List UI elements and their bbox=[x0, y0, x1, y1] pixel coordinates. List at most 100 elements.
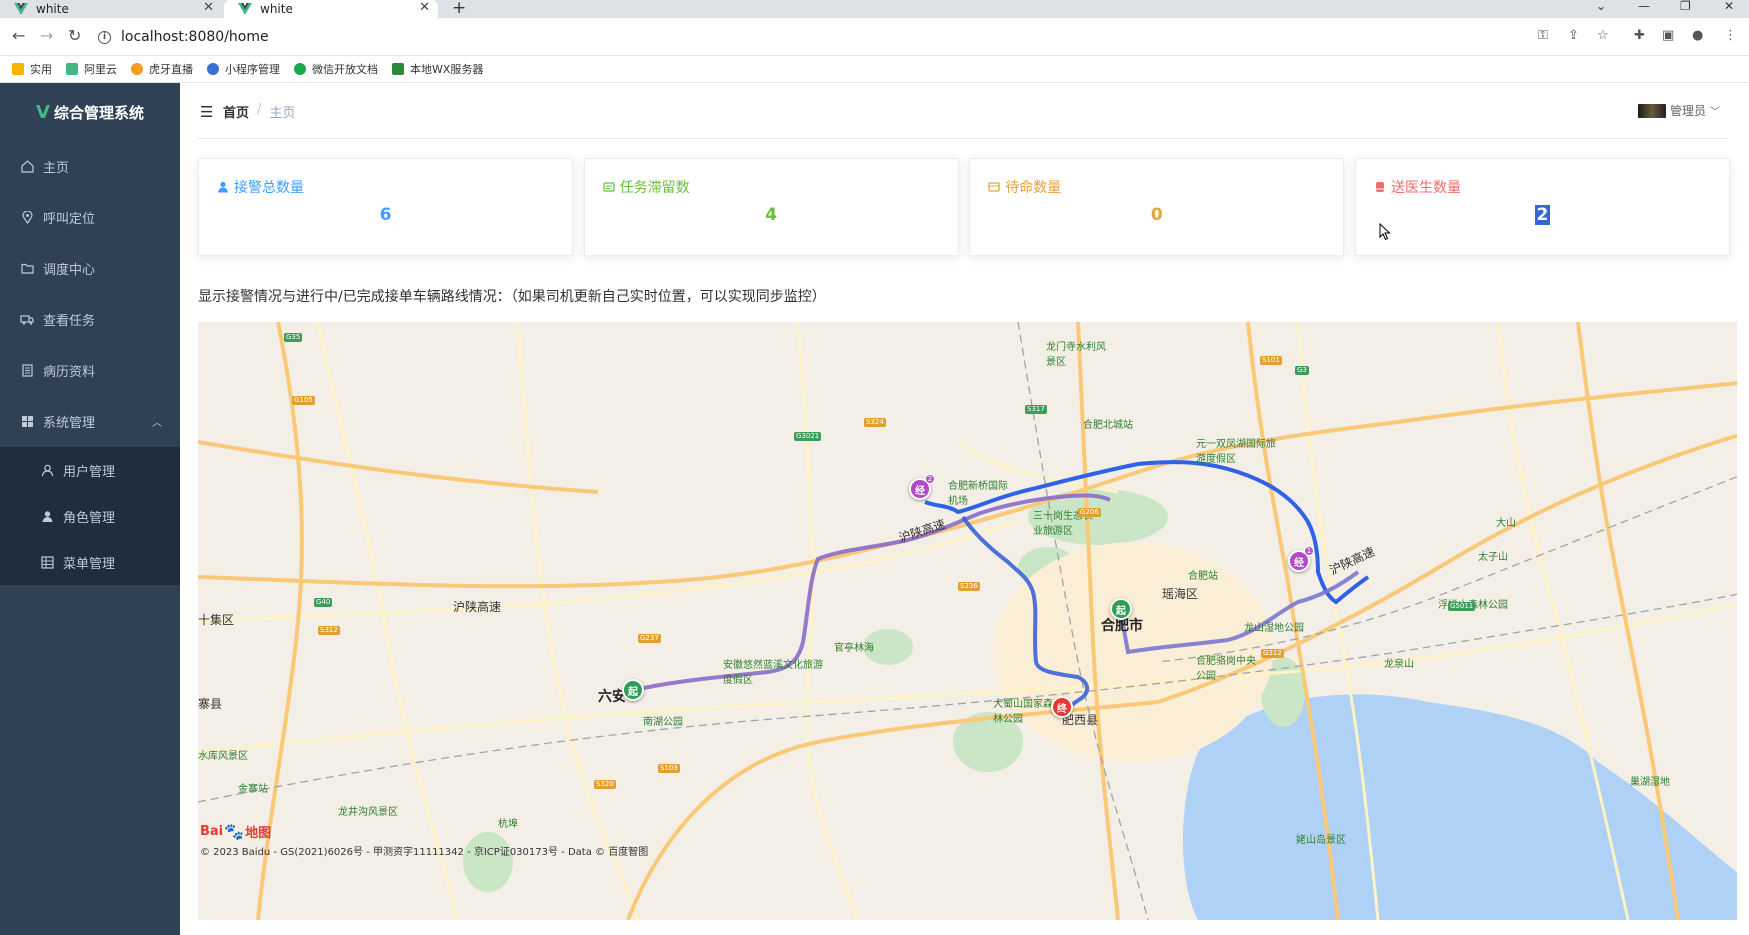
sidebar-item-tasks[interactable]: 查看任务 bbox=[0, 294, 180, 345]
sidebar-item-menus[interactable]: 菜单管理 bbox=[0, 539, 180, 585]
road-shield: G5011 bbox=[1448, 602, 1476, 611]
share-icon[interactable]: ⇪ bbox=[1568, 28, 1579, 43]
map-copyright: © 2023 Baidu - GS(2021)6026号 - 甲测资字11111… bbox=[200, 847, 649, 858]
road-shield: S324 bbox=[864, 418, 886, 427]
stat-value: 6 bbox=[379, 205, 392, 225]
road-shield: G35 bbox=[284, 333, 303, 342]
baidu-map-logo[interactable]: Bai 🐾 地图 bbox=[200, 822, 271, 841]
url-text: localhost:8080/home bbox=[121, 29, 269, 45]
folder-icon bbox=[12, 63, 24, 75]
profile-icon[interactable]: ● bbox=[1692, 28, 1703, 43]
side-panel-icon[interactable]: ▣ bbox=[1662, 28, 1674, 43]
sidebar-item-users[interactable]: 用户管理 bbox=[0, 447, 180, 493]
window-close-icon[interactable]: ✕ bbox=[1724, 0, 1734, 13]
tasks-icon bbox=[603, 181, 615, 193]
bookmark-item[interactable]: 实用 bbox=[12, 61, 52, 77]
breadcrumb-home[interactable]: 首页 bbox=[223, 102, 249, 121]
url-field[interactable]: i localhost:8080/home bbox=[98, 24, 1498, 50]
map-label-taizi: 太子山 bbox=[1478, 552, 1508, 563]
breadcrumb: 首页 / 主页 bbox=[223, 102, 295, 121]
grid-icon bbox=[20, 415, 34, 429]
tab-search-icon[interactable]: ⌄ bbox=[1596, 0, 1606, 13]
chevron-down-icon: ﹀ bbox=[1710, 107, 1720, 118]
road-shield: G237 bbox=[638, 634, 661, 643]
restore-icon[interactable]: ❐ bbox=[1680, 0, 1691, 13]
sidebar-item-roles[interactable]: 角色管理 bbox=[0, 493, 180, 539]
stat-value: 4 bbox=[765, 205, 778, 225]
map-label-longquan: 龙泉山 bbox=[1384, 659, 1414, 670]
sidebar-item-records[interactable]: 病历资料 bbox=[0, 345, 180, 396]
bookmark-star-icon[interactable]: ☆ bbox=[1597, 28, 1609, 43]
vue-logo-icon bbox=[14, 3, 28, 15]
scrollbar[interactable] bbox=[1737, 90, 1749, 935]
reload-icon[interactable]: ↻ bbox=[68, 26, 81, 45]
map-label-xianhu: 龙井沟风景区 bbox=[338, 807, 398, 818]
map-description: 显示接警情况与进行中/已完成接单车辆路线情况：（如果司机更新自己实时位置，可以实… bbox=[198, 289, 826, 305]
map-label-station: 合肥站 bbox=[1188, 571, 1218, 582]
route-waypoint-marker[interactable]: 经 2 bbox=[909, 474, 935, 504]
route-start-marker[interactable]: 起 bbox=[1110, 598, 1132, 624]
wechat-icon bbox=[294, 63, 306, 75]
site-info-icon[interactable]: i bbox=[98, 30, 111, 44]
sidebar: V 综合管理系统 主页 呼叫定位 调度中心 查看任务 病历资料 系统管理 ︿ 用… bbox=[0, 83, 180, 935]
minimize-icon[interactable]: — bbox=[1638, 0, 1650, 13]
server-icon bbox=[392, 63, 404, 75]
map-label-shuku: 水库风景区 bbox=[198, 751, 248, 762]
road-shield: S317 bbox=[1025, 405, 1047, 414]
route-map[interactable]: 合肥市 六安 瑶海区 肥西县 十集区 寨县 沪陕高速 沪陕高速 沪陕高速 合肥新… bbox=[198, 322, 1749, 920]
user-dropdown[interactable]: 管理员 ﹀ bbox=[1637, 102, 1720, 119]
address-bar: ← → ↻ i localhost:8080/home ⚿ ⇪ ☆ ✚ ▣ ● … bbox=[0, 18, 1749, 56]
sidebar-item-call-location[interactable]: 呼叫定位 bbox=[0, 192, 180, 243]
extensions-icon[interactable]: ✚ bbox=[1634, 28, 1645, 43]
bookmark-item[interactable]: 虎牙直播 bbox=[131, 61, 193, 77]
tab-title: white bbox=[260, 2, 293, 16]
paw-icon: 🐾 bbox=[224, 822, 245, 841]
map-label-yaohai: 瑶海区 bbox=[1162, 587, 1199, 601]
new-tab-button[interactable]: + bbox=[452, 0, 466, 18]
map-label-daitou: 安徽悠然蓝溪文化旅游度假区 bbox=[723, 660, 823, 686]
browser-tab[interactable]: white ✕ bbox=[0, 0, 222, 18]
location-icon bbox=[20, 211, 34, 225]
forward-icon[interactable]: → bbox=[40, 26, 53, 45]
map-label-guanting: 官亭林海 bbox=[834, 643, 874, 654]
sidebar-item-dispatch[interactable]: 调度中心 bbox=[0, 243, 180, 294]
hamburger-icon[interactable]: ☰ bbox=[200, 103, 213, 121]
bookmark-item[interactable]: 阿里云 bbox=[66, 61, 117, 77]
avatar bbox=[1637, 103, 1666, 118]
mouse-cursor-icon bbox=[1379, 223, 1391, 241]
road-shield: G206 bbox=[1078, 508, 1101, 517]
map-label-shouxian: 十集区 bbox=[198, 613, 235, 627]
close-tab-icon[interactable]: ✕ bbox=[203, 0, 214, 16]
aliyun-icon bbox=[66, 63, 78, 75]
road-shield: G3021 bbox=[794, 432, 822, 441]
sidebar-item-home[interactable]: 主页 bbox=[0, 141, 180, 192]
folder-icon bbox=[20, 262, 34, 276]
user-icon bbox=[40, 463, 54, 477]
back-icon[interactable]: ← bbox=[12, 26, 25, 45]
road-shield: S236 bbox=[958, 582, 980, 591]
stat-label: 接警总数量 bbox=[234, 180, 304, 196]
close-tab-icon[interactable]: ✕ bbox=[419, 0, 430, 16]
menu-kebab-icon[interactable]: ⋮ bbox=[1724, 28, 1737, 43]
route-waypoint-marker[interactable]: 经 1 bbox=[1288, 546, 1314, 576]
stat-label: 任务滞留数 bbox=[619, 180, 690, 196]
app-logo[interactable]: V 综合管理系统 bbox=[0, 83, 180, 141]
app-title: 综合管理系统 bbox=[53, 103, 144, 122]
bookmark-item[interactable]: 小程序管理 bbox=[207, 61, 280, 77]
bookmark-item[interactable]: 微信开放文档 bbox=[294, 61, 378, 77]
route-start-marker[interactable]: 起 bbox=[622, 679, 644, 705]
map-label-dashan: 大山 bbox=[1496, 518, 1516, 529]
road-shield: S312 bbox=[318, 626, 340, 635]
home-icon bbox=[20, 160, 34, 174]
browser-tab-active[interactable]: white ✕ bbox=[224, 0, 438, 18]
sidebar-item-system[interactable]: 系统管理 ︿ bbox=[0, 396, 180, 447]
map-label-binhu: 合肥骆岗中央公园 bbox=[1196, 656, 1256, 682]
key-icon[interactable]: ⚿ bbox=[1538, 28, 1548, 43]
stat-label: 送医生数量 bbox=[1390, 180, 1461, 196]
road-shield: G105 bbox=[292, 396, 315, 405]
map-canvas bbox=[198, 322, 1749, 920]
bookmark-item[interactable]: 本地WX服务器 bbox=[392, 61, 483, 77]
system-submenu: 用户管理 角色管理 菜单管理 bbox=[0, 447, 180, 585]
route-end-marker[interactable]: 终 bbox=[1051, 696, 1073, 722]
user-icon bbox=[217, 181, 229, 193]
